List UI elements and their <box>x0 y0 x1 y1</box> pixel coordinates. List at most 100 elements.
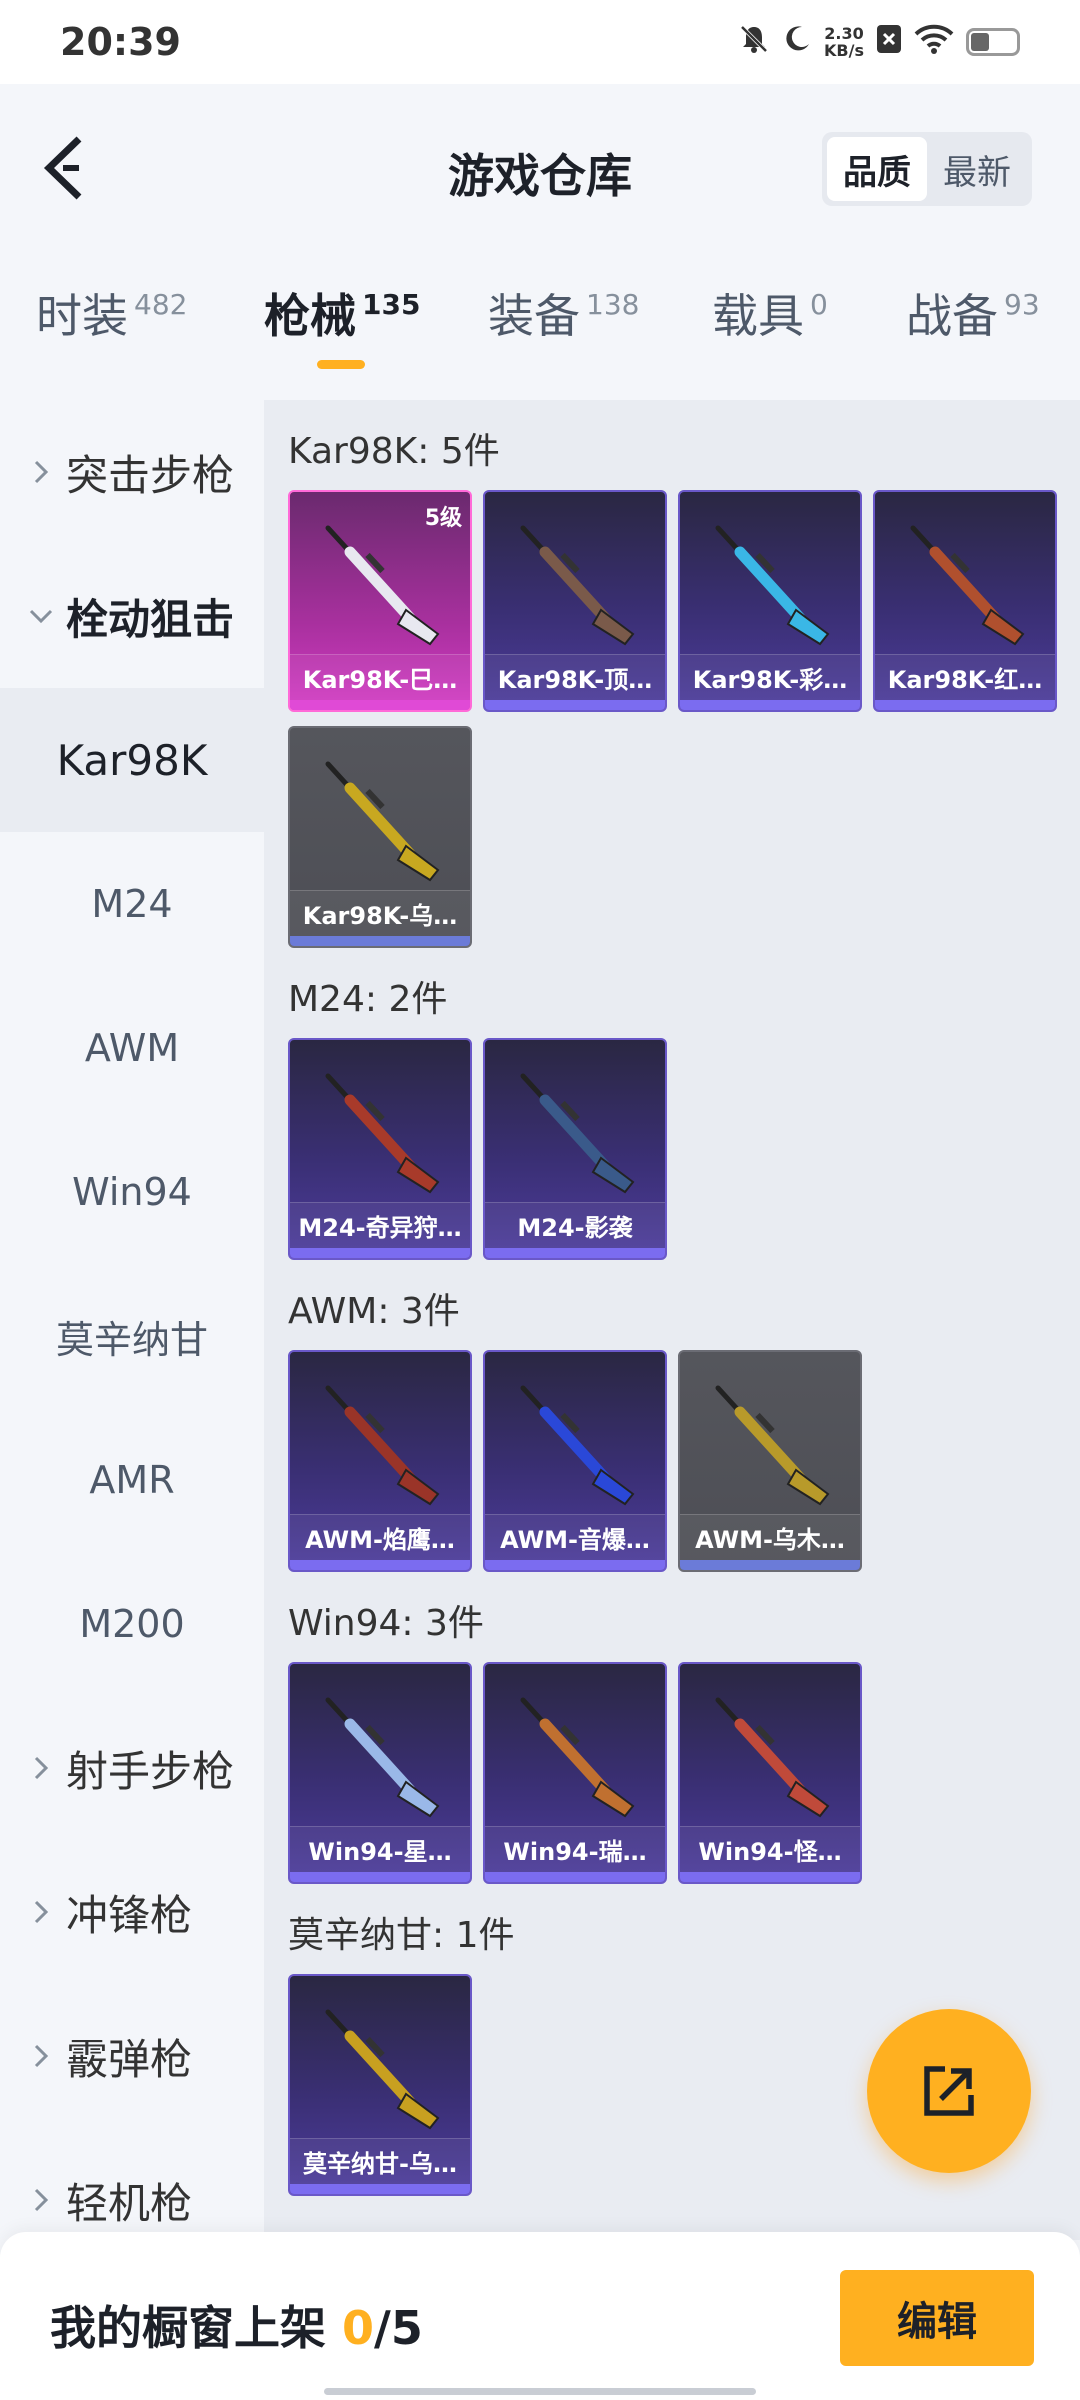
rifle-icon <box>325 1073 440 1194</box>
rarity-strip <box>290 1872 470 1882</box>
active-tab-indicator <box>317 360 365 369</box>
network-speed-unit: KB/s <box>824 41 864 60</box>
back-button[interactable] <box>28 128 98 208</box>
item-name: 莫辛纳甘-乌… <box>303 2150 457 2178</box>
sidebar-group-bolt-action-snipers[interactable]: 栓动狙击 <box>0 544 264 688</box>
network-speed-value: 2.30 <box>824 24 864 43</box>
wifi-icon <box>914 24 954 60</box>
edit-button[interactable]: 编辑 <box>840 2270 1034 2366</box>
item-card[interactable]: Kar98K-乌… <box>288 726 472 948</box>
sidebar-group-label: 射手步枪 <box>66 1746 235 1796</box>
sidebar-group-marksman-rifles[interactable]: 射手步枪 <box>0 1696 264 1840</box>
item-label-bar: Win94-星… <box>290 1826 470 1872</box>
item-name: M24-奇异狩… <box>298 1214 462 1242</box>
chevron-right-icon <box>22 1899 60 1925</box>
section-title: Win94: 3件 <box>288 1603 484 1644</box>
rifle-icon <box>325 761 440 882</box>
showcase-counter: 我的橱窗上架 0/5 <box>50 2292 423 2358</box>
sidebar-item-kar98k[interactable]: Kar98K <box>0 688 264 832</box>
item-label-bar: M24-影袭 <box>485 1202 665 1248</box>
rarity-strip <box>680 700 860 710</box>
battery-icon <box>966 28 1020 56</box>
tab-count: 93 <box>1004 288 1040 321</box>
item-name: AWM-乌木… <box>695 1526 845 1554</box>
tab-equipment[interactable]: 装备 138 <box>488 280 639 380</box>
tab-count: 482 <box>134 288 188 321</box>
item-card[interactable]: AWM-乌木… <box>678 1350 862 1572</box>
share-button[interactable] <box>867 2009 1031 2173</box>
header: 游戏仓库 品质 最新 <box>0 84 1080 254</box>
item-card[interactable]: 莫辛纳甘-乌… <box>288 1974 472 2196</box>
sort-option-newest[interactable]: 最新 <box>927 137 1027 201</box>
moon-icon <box>782 24 812 60</box>
sidebar-item-amr[interactable]: AMR <box>0 1408 264 1552</box>
showcase-bar: 我的橱窗上架 0/5 编辑 <box>0 2232 1080 2400</box>
item-level-badge: 5级 <box>424 506 462 531</box>
chevron-right-icon <box>22 1755 60 1781</box>
sidebar-group-shotguns[interactable]: 霰弹枪 <box>0 1984 264 2128</box>
rifle-icon <box>325 2009 440 2130</box>
rarity-strip <box>875 700 1055 710</box>
tab-vehicles[interactable]: 载具 0 <box>712 280 828 380</box>
item-label-bar: AWM-焰鹰… <box>290 1514 470 1560</box>
rarity-strip <box>290 1560 470 1570</box>
weapon-category-sidebar: 突击步枪 栓动狙击 Kar98K M24 AWM Win94 莫辛纳甘 AMR … <box>0 400 264 2240</box>
item-card[interactable]: Kar98K-顶… <box>483 490 667 712</box>
item-card[interactable]: Win94-瑞… <box>483 1662 667 1884</box>
rifle-icon <box>715 1385 830 1506</box>
section-title: M24: 2件 <box>288 979 448 1020</box>
item-name: Kar98K-彩… <box>692 666 848 694</box>
section-title: AWM: 3件 <box>288 1291 460 1332</box>
chevron-left-icon <box>43 136 82 200</box>
sidebar-item-win94[interactable]: Win94 <box>0 1120 264 1264</box>
rarity-strip <box>290 700 470 710</box>
sidebar-group-label: 霰弹枪 <box>66 2034 193 2084</box>
item-label-bar: AWM-乌木… <box>680 1514 860 1560</box>
section-title: Kar98K: 5件 <box>288 431 500 472</box>
sidebar-item-m200[interactable]: M200 <box>0 1552 264 1696</box>
item-name: Kar98K-巳… <box>302 666 458 694</box>
item-label-bar: Win94-瑞… <box>485 1826 665 1872</box>
tab-count: 138 <box>586 288 640 321</box>
rifle-icon <box>325 1697 440 1818</box>
tab-count: 0 <box>810 288 828 321</box>
sidebar-item-awm[interactable]: AWM <box>0 976 264 1120</box>
item-name: Win94-星… <box>308 1838 452 1866</box>
sidebar-group-label: 轻机枪 <box>66 2178 193 2228</box>
item-card[interactable]: AWM-焰鹰… <box>288 1350 472 1572</box>
rifle-icon <box>520 1385 635 1506</box>
rarity-strip <box>485 1560 665 1570</box>
tab-tactical-gear[interactable]: 战备 93 <box>906 280 1040 380</box>
tab-count: 135 <box>362 288 421 321</box>
item-card[interactable]: Kar98K-彩… <box>678 490 862 712</box>
sort-option-quality[interactable]: 品质 <box>827 137 927 201</box>
item-card[interactable]: Win94-怪… <box>678 1662 862 1884</box>
sort-toggle: 品质 最新 <box>822 132 1032 206</box>
rarity-strip <box>680 1872 860 1882</box>
rifle-icon <box>520 1073 635 1194</box>
rarity-strip <box>290 2184 470 2194</box>
sidebar-group-assault-rifles[interactable]: 突击步枪 <box>0 400 264 544</box>
item-card[interactable]: 5级 Kar98K-巳… <box>288 490 472 712</box>
item-label-bar: Kar98K-红… <box>875 654 1055 700</box>
sidebar-item-mosin-nagant[interactable]: 莫辛纳甘 <box>0 1264 264 1408</box>
item-label-bar: Kar98K-乌… <box>290 890 470 936</box>
item-label-bar: M24-奇异狩… <box>290 1202 470 1248</box>
share-icon <box>924 2066 974 2116</box>
sidebar-item-m24[interactable]: M24 <box>0 832 264 976</box>
item-name: AWM-音爆… <box>500 1526 650 1554</box>
item-card[interactable]: Win94-星… <box>288 1662 472 1884</box>
tab-firearms[interactable]: 枪械 135 <box>264 280 420 380</box>
tab-costume[interactable]: 时装 482 <box>36 280 187 380</box>
item-card[interactable]: M24-奇异狩… <box>288 1038 472 1260</box>
item-card[interactable]: AWM-音爆… <box>483 1350 667 1572</box>
sidebar-group-label: 突击步枪 <box>66 450 235 500</box>
section-title: 莫辛纳甘: 1件 <box>288 1915 515 1956</box>
item-label-bar: AWM-音爆… <box>485 1514 665 1560</box>
item-card[interactable]: Kar98K-红… <box>873 490 1057 712</box>
item-label-bar: Kar98K-顶… <box>485 654 665 700</box>
sidebar-group-smgs[interactable]: 冲锋枪 <box>0 1840 264 1984</box>
chevron-right-icon <box>22 459 60 485</box>
item-card[interactable]: M24-影袭 <box>483 1038 667 1260</box>
showcase-label: 我的橱窗上架 <box>50 2301 343 2355</box>
